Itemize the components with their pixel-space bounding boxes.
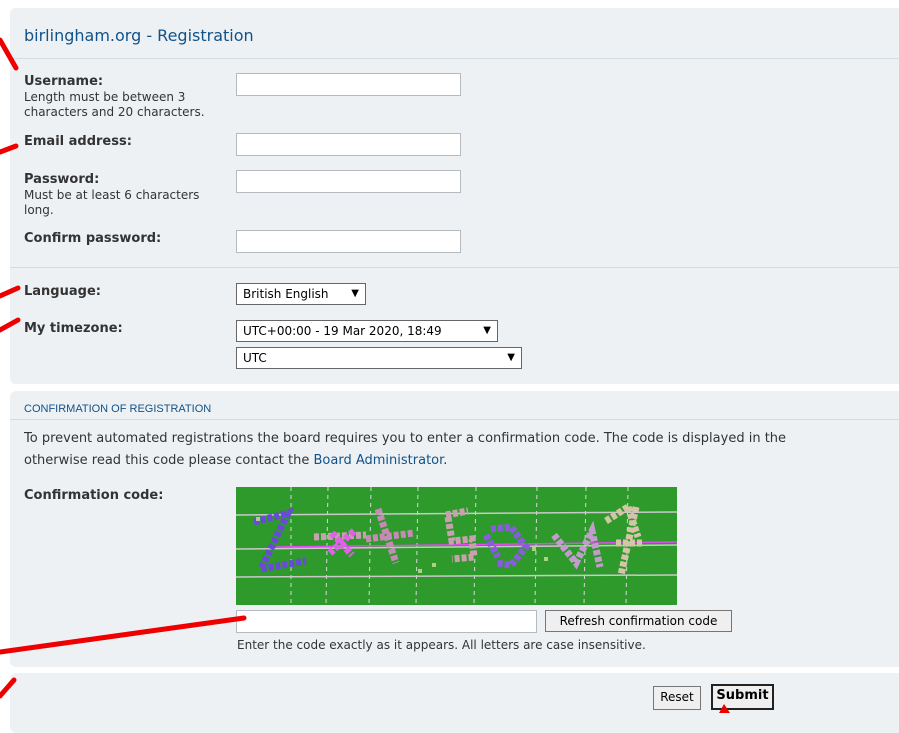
board-administrator-link[interactable]: Board Administrator: [314, 453, 444, 468]
timezone-select-value: UTC+00:00 - 19 Mar 2020, 18:49: [243, 324, 442, 338]
timezone-zone-select-value: UTC: [243, 351, 267, 365]
language-select[interactable]: British English ▼: [236, 283, 366, 305]
email-label: Email address:: [24, 134, 132, 149]
confirmation-header: CONFIRMATION OF REGISTRATION: [24, 403, 212, 415]
timezone-label: My timezone:: [24, 321, 123, 336]
confirmation-code-input[interactable]: [236, 610, 537, 633]
confirmation-code-label: Confirmation code:: [24, 488, 164, 503]
triangle-down-icon: ▼: [351, 288, 359, 299]
confirmation-text-line2: otherwise read this code please contact …: [24, 453, 314, 468]
timezone-zone-select[interactable]: UTC ▼: [236, 347, 522, 369]
confirm-password-label: Confirm password:: [24, 231, 162, 246]
divider: [10, 267, 899, 268]
page-title: birlingham.org - Registration: [24, 26, 254, 45]
confirm-password-input[interactable]: [236, 230, 461, 253]
refresh-confirmation-code-button[interactable]: Refresh confirmation code: [545, 610, 732, 632]
username-input[interactable]: [236, 73, 461, 96]
confirmation-code-hint: Enter the code exactly as it appears. Al…: [237, 638, 646, 652]
submit-button[interactable]: Submit: [711, 684, 774, 710]
captcha-image: [236, 487, 677, 605]
triangle-down-icon: ▼: [483, 325, 491, 336]
triangle-down-icon: ▼: [507, 352, 515, 363]
reset-button[interactable]: Reset: [653, 686, 701, 710]
divider: [10, 419, 899, 420]
password-hint: Must be at least 6 characters long.: [24, 188, 200, 217]
confirmation-description: To prevent automated registrations the b…: [24, 428, 899, 472]
username-hint: Length must be between 3 characters and …: [24, 90, 205, 119]
password-label: Password:: [24, 172, 100, 187]
language-label: Language:: [24, 284, 101, 299]
timezone-select[interactable]: UTC+00:00 - 19 Mar 2020, 18:49 ▼: [236, 320, 498, 342]
username-label: Username:: [24, 74, 104, 89]
confirmation-text-line1: To prevent automated registrations the b…: [24, 431, 787, 446]
email-input[interactable]: [236, 133, 461, 156]
password-input[interactable]: [236, 170, 461, 193]
divider: [10, 58, 899, 59]
language-select-value: British English: [243, 287, 329, 301]
